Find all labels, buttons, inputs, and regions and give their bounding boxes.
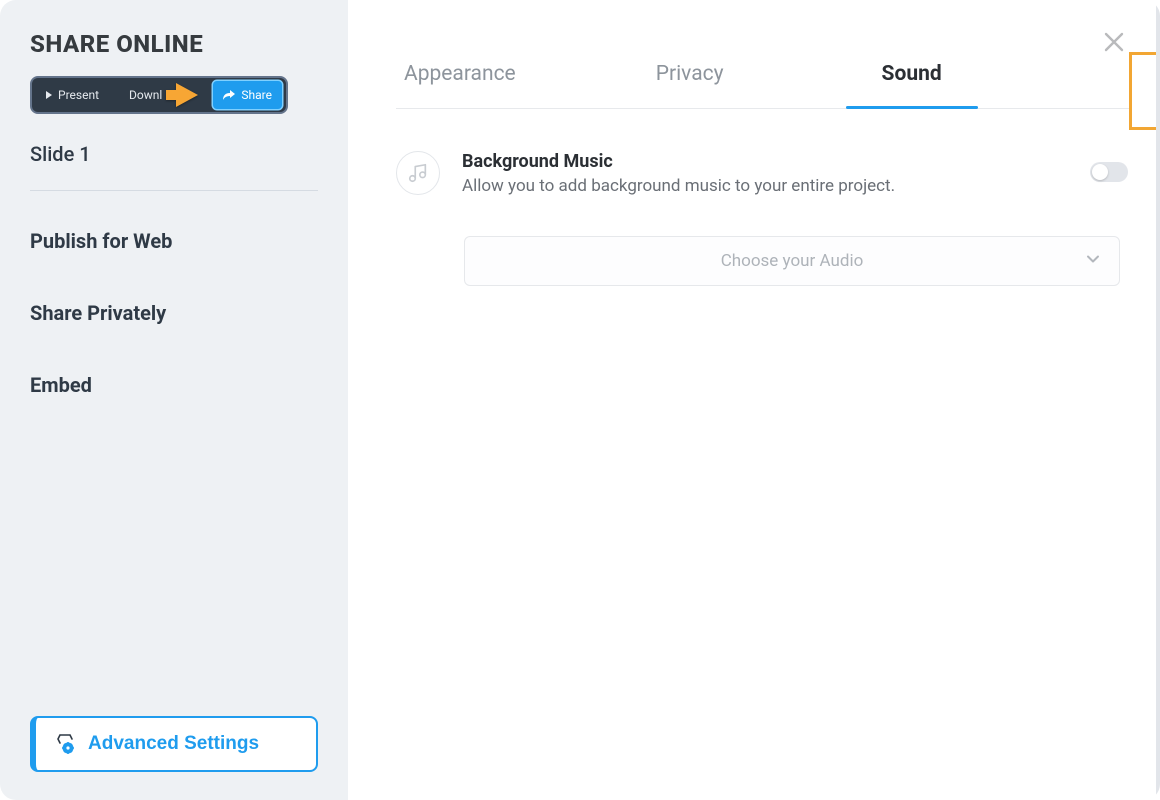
bg-music-desc: Allow you to add background music to you… — [462, 176, 895, 196]
audio-dropdown-placeholder: Choose your Audio — [721, 251, 864, 271]
tabs: Appearance Privacy Sound — [396, 62, 1130, 109]
advanced-settings-button[interactable]: Advanced Settings — [30, 716, 318, 772]
close-button[interactable] — [1102, 30, 1126, 54]
share-online-dialog: SHARE ONLINE Present Downl Share Slide 1… — [0, 0, 1160, 800]
share-label: Share — [241, 88, 272, 102]
tab-sound[interactable]: Sound — [882, 62, 942, 108]
nav-embed[interactable]: Embed — [30, 373, 318, 397]
toggle-knob — [1092, 164, 1108, 180]
main-panel: Appearance Privacy Sound Background Musi… — [348, 0, 1160, 800]
advanced-settings-label: Advanced Settings — [88, 733, 259, 755]
tab-appearance[interactable]: Appearance — [404, 62, 516, 108]
nav-share-privately[interactable]: Share Privately — [30, 301, 318, 325]
sidebar: SHARE ONLINE Present Downl Share Slide 1… — [0, 0, 348, 800]
play-icon — [46, 91, 52, 99]
download-label: Downl — [129, 88, 162, 102]
background-music-row: Background Music Allow you to add backgr… — [396, 151, 1130, 196]
toolbar-preview: Present Downl Share — [30, 76, 288, 114]
sidebar-title: SHARE ONLINE — [30, 30, 318, 58]
share-button[interactable]: Share — [213, 81, 282, 109]
bg-music-title: Background Music — [462, 151, 895, 172]
advanced-settings-icon — [54, 733, 76, 755]
tab-privacy[interactable]: Privacy — [656, 62, 724, 108]
bg-music-toggle[interactable] — [1090, 162, 1128, 182]
music-note-icon — [396, 151, 440, 195]
nav-publish-web[interactable]: Publish for Web — [30, 229, 318, 253]
present-label: Present — [58, 88, 99, 102]
scrollbar[interactable] — [1156, 0, 1160, 800]
present-button[interactable]: Present — [46, 88, 99, 102]
download-button[interactable]: Downl — [129, 88, 162, 102]
chevron-down-icon — [1085, 251, 1101, 272]
audio-dropdown[interactable]: Choose your Audio — [464, 236, 1120, 286]
share-arrow-icon — [223, 90, 235, 100]
slide-label: Slide 1 — [30, 142, 318, 191]
callout-arrow-icon — [176, 83, 198, 107]
close-icon — [1102, 30, 1126, 54]
